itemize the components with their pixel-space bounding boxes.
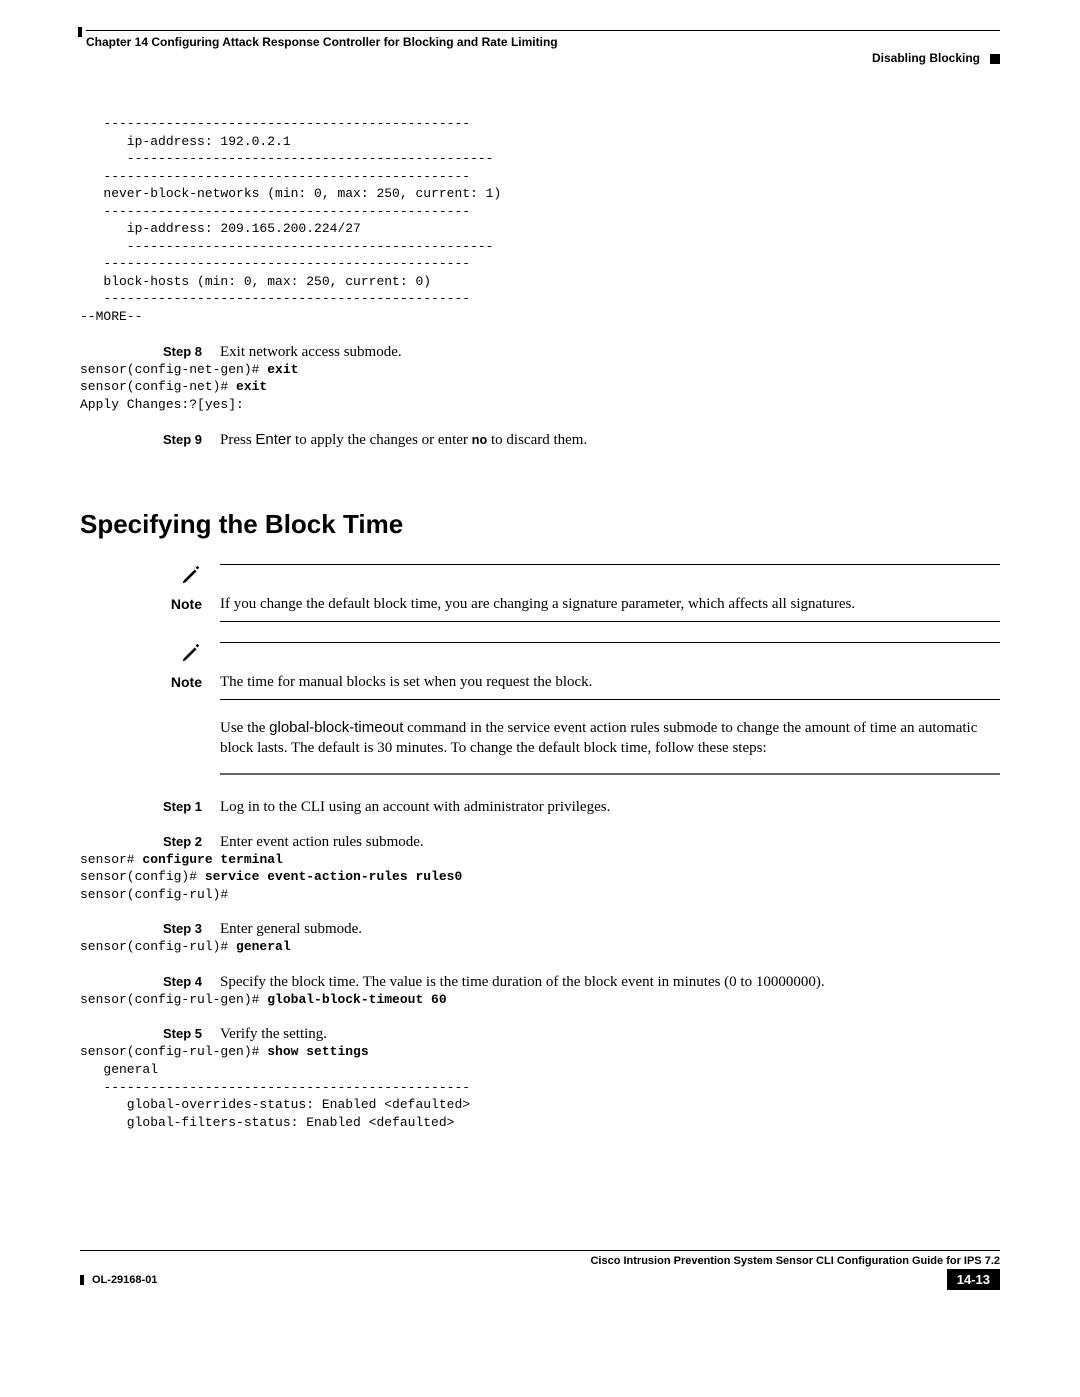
footer-guide-title: Cisco Intrusion Prevention System Sensor…: [80, 1255, 1000, 1267]
step-4: Step 4 Specify the block time. The value…: [80, 974, 1000, 991]
step-text: Enter general submode.: [220, 921, 1000, 938]
section-header: Disabling Blocking: [80, 51, 1000, 65]
pencil-icon: [180, 642, 202, 664]
step-text: Specify the block time. The value is the…: [220, 974, 1000, 991]
note-text: If you change the default block time, yo…: [220, 596, 855, 612]
step-text: Enter event action rules submode.: [220, 834, 1000, 851]
step-label: Step 3: [80, 921, 220, 936]
step-text: Verify the setting.: [220, 1026, 1000, 1043]
step-label: Step 9: [80, 432, 220, 447]
divider: [220, 773, 1000, 775]
section-heading: Specifying the Block Time: [80, 509, 1000, 540]
step3-code: sensor(config-rul)# general: [80, 938, 1000, 956]
intro-paragraph: Use the global-block-timeout command in …: [220, 718, 1000, 759]
step5-code: sensor(config-rul-gen)# show settings ge…: [80, 1043, 1000, 1131]
code-output-top: ----------------------------------------…: [80, 115, 1000, 326]
step2-code: sensor# configure terminal sensor(config…: [80, 851, 1000, 904]
footer-doc-id: OL-29168-01: [80, 1274, 157, 1286]
step-text: Log in to the CLI using an account with …: [220, 799, 1000, 816]
page-number: 14-13: [947, 1269, 1000, 1290]
page-footer: Cisco Intrusion Prevention System Sensor…: [80, 1250, 1000, 1290]
step8-code: sensor(config-net-gen)# exit sensor(conf…: [80, 361, 1000, 414]
step-1: Step 1 Log in to the CLI using an accoun…: [80, 799, 1000, 816]
step-label: Step 5: [80, 1026, 220, 1041]
step-text: Exit network access submode.: [220, 344, 1000, 361]
step-3: Step 3 Enter general submode.: [80, 921, 1000, 938]
step-label: Step 2: [80, 834, 220, 849]
note-text: The time for manual blocks is set when y…: [220, 674, 592, 690]
note-label: Note: [80, 674, 220, 700]
chapter-header: Chapter 14 Configuring Attack Response C…: [86, 35, 1000, 49]
step-label: Step 4: [80, 974, 220, 989]
step-8: Step 8 Exit network access submode.: [80, 344, 1000, 361]
step-5: Step 5 Verify the setting.: [80, 1026, 1000, 1043]
step-text: Press Enter to apply the changes or ente…: [220, 431, 1000, 449]
step4-code: sensor(config-rul-gen)# global-block-tim…: [80, 991, 1000, 1009]
note-label: Note: [80, 596, 220, 622]
step-label: Step 1: [80, 799, 220, 814]
step-label: Step 8: [80, 344, 220, 359]
step-9: Step 9 Press Enter to apply the changes …: [80, 431, 1000, 449]
pencil-icon: [180, 564, 202, 586]
step-2: Step 2 Enter event action rules submode.: [80, 834, 1000, 851]
